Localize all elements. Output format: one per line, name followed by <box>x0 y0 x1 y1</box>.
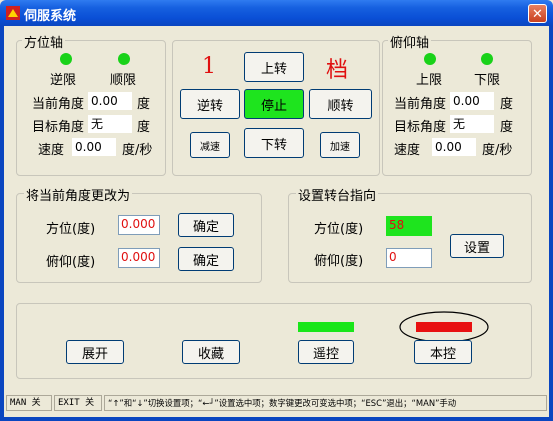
pitch-target-angle-unit: 度 <box>500 120 514 135</box>
status-hint: “↑”和“↓”切换设置项；“←┘”设置选中项；数字键更改可变选中项；“ESC”退… <box>104 395 547 411</box>
azimuth-current-angle-field: 0.00 <box>88 92 132 110</box>
azimuth-speed-field: 0.00 <box>72 138 116 156</box>
stop-button[interactable]: 停止 <box>244 89 304 119</box>
change-azimuth-input[interactable]: 0.000 <box>118 215 160 235</box>
title-bar[interactable]: 伺服系统 ✕ <box>0 0 553 26</box>
gear-value: 1 <box>202 54 216 79</box>
pitch-down-limit-label: 下限 <box>474 73 501 88</box>
slow-down-button[interactable]: 减速 <box>190 132 230 158</box>
azimuth-rev-limit-label: 逆限 <box>50 73 77 88</box>
local-indicator <box>416 322 472 332</box>
down-button[interactable]: 下转 <box>244 128 304 158</box>
local-control-button[interactable]: 本控 <box>414 340 472 364</box>
azimuth-legend: 方位轴 <box>22 32 66 51</box>
app-icon <box>6 6 20 20</box>
speed-up-button[interactable]: 加速 <box>320 132 360 158</box>
forward-button[interactable]: 顺转 <box>309 89 372 119</box>
azimuth-target-angle-unit: 度 <box>137 120 151 135</box>
azimuth-target-angle-field: 无 <box>88 115 132 133</box>
pitch-target-angle-label: 目标角度 <box>394 120 447 135</box>
gear-label: 档 <box>326 58 349 83</box>
close-icon: ✕ <box>532 7 543 22</box>
up-button[interactable]: 上转 <box>244 52 304 82</box>
pitch-speed-unit: 度/秒 <box>482 143 513 158</box>
azimuth-fwd-limit-label: 顺限 <box>110 73 137 88</box>
azimuth-current-angle-label: 当前角度 <box>32 97 85 112</box>
azimuth-rev-limit-led <box>60 53 72 65</box>
azimuth-speed-unit: 度/秒 <box>122 143 153 158</box>
window-frame-left <box>0 26 4 421</box>
expand-button[interactable]: 展开 <box>66 340 124 364</box>
reverse-button[interactable]: 逆转 <box>180 89 240 119</box>
change-pitch-label: 俯仰(度) <box>46 255 96 270</box>
pitch-speed-field: 0.00 <box>432 138 476 156</box>
pitch-target-angle-field: 无 <box>450 115 494 133</box>
servo-window: 伺服系统 ✕ 方位轴 逆限 顺限 当前角度 0.00 度 目标角度 无 度 速度… <box>0 0 553 421</box>
pitch-legend: 俯仰轴 <box>388 32 432 51</box>
pitch-current-angle-field: 0.00 <box>450 92 494 110</box>
turntable-set-button[interactable]: 设置 <box>450 234 504 258</box>
status-exit: EXIT 关 <box>54 395 102 411</box>
change-azimuth-confirm-button[interactable]: 确定 <box>178 213 234 237</box>
turntable-pitch-label: 俯仰(度) <box>314 254 364 269</box>
pitch-down-limit-led <box>481 53 493 65</box>
turntable-azimuth-input[interactable]: 58 <box>386 216 432 236</box>
close-button[interactable]: ✕ <box>528 4 547 23</box>
collapse-button[interactable]: 收藏 <box>182 340 240 364</box>
pitch-up-limit-label: 上限 <box>416 73 443 88</box>
azimuth-fwd-limit-led <box>118 53 130 65</box>
turntable-azimuth-label: 方位(度) <box>314 222 364 237</box>
window-frame-bottom <box>0 417 553 421</box>
change-pitch-input[interactable]: 0.000 <box>118 248 160 268</box>
remote-control-button[interactable]: 遥控 <box>298 340 354 364</box>
status-man: MAN 关 <box>6 395 52 411</box>
window-title: 伺服系统 <box>24 9 77 24</box>
turntable-legend: 设置转台指向 <box>296 185 379 204</box>
pitch-current-angle-unit: 度 <box>500 97 514 112</box>
status-bar: MAN 关 EXIT 关 “↑”和“↓”切换设置项；“←┘”设置选中项；数字键更… <box>4 393 549 413</box>
pitch-speed-label: 速度 <box>394 143 421 158</box>
turntable-pitch-input[interactable]: 0 <box>386 248 432 268</box>
azimuth-target-angle-label: 目标角度 <box>32 120 85 135</box>
window-frame-right <box>549 26 553 421</box>
pitch-current-angle-label: 当前角度 <box>394 97 447 112</box>
change-angle-legend: 将当前角度更改为 <box>24 185 133 204</box>
pitch-up-limit-led <box>424 53 436 65</box>
remote-indicator <box>298 322 354 332</box>
change-azimuth-label: 方位(度) <box>46 222 96 237</box>
azimuth-current-angle-unit: 度 <box>137 97 151 112</box>
azimuth-speed-label: 速度 <box>38 143 65 158</box>
change-pitch-confirm-button[interactable]: 确定 <box>178 247 234 271</box>
